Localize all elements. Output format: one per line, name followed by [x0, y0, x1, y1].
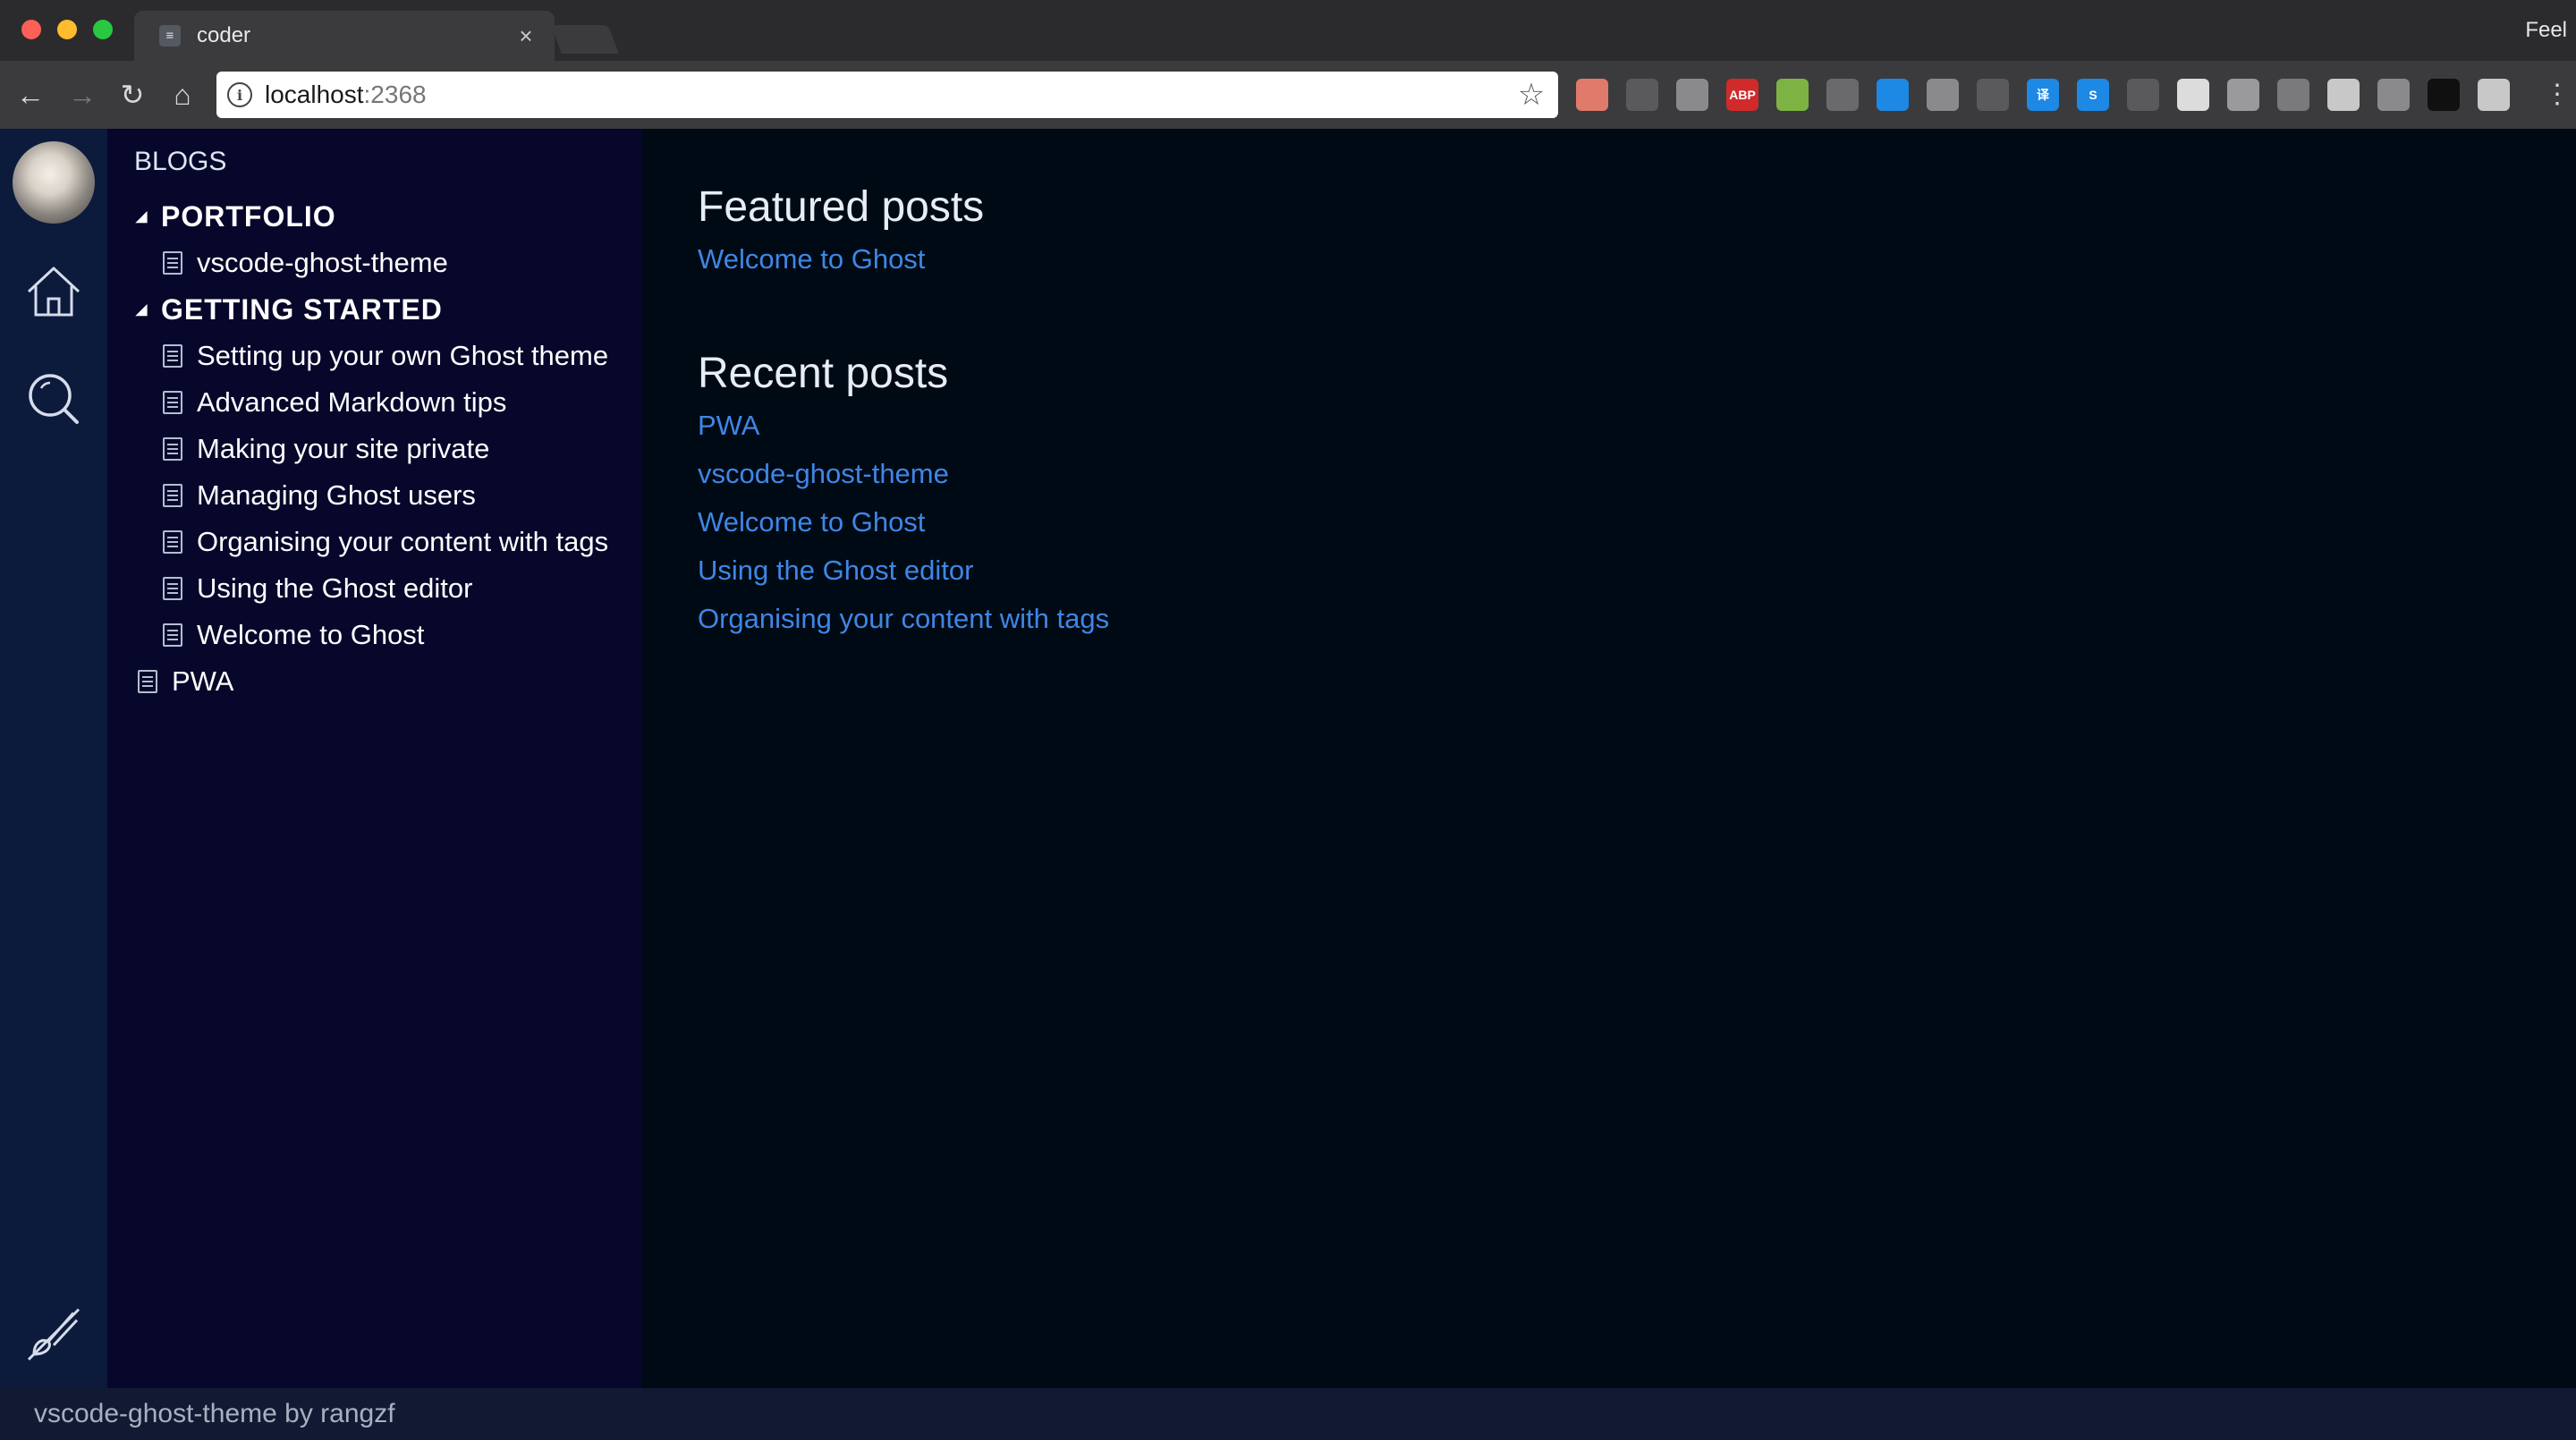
recent-posts-title: Recent posts: [698, 350, 949, 397]
qr-code-icon[interactable]: [1826, 79, 1859, 111]
recent-post-link[interactable]: PWA: [698, 410, 759, 442]
url-host: localhost: [265, 80, 364, 108]
back-arrow-icon[interactable]: ←: [13, 77, 48, 113]
react-icon[interactable]: [1977, 79, 2009, 111]
tab-close-icon[interactable]: ×: [513, 23, 538, 48]
avatar[interactable]: [13, 141, 95, 224]
folder-label: PORTFOLIO: [161, 199, 336, 233]
document-icon: [163, 577, 182, 600]
target-icon[interactable]: [2127, 79, 2159, 111]
info-icon[interactable]: i: [227, 82, 252, 107]
caret-down-icon: ◢: [136, 302, 148, 318]
file-label: Welcome to Ghost: [197, 619, 425, 650]
bracket-icon[interactable]: [1626, 79, 1658, 111]
s-icon[interactable]: S: [2077, 79, 2109, 111]
browser-menu-icon[interactable]: ⋮: [2544, 75, 2571, 114]
sidebar: BLOGS ◢ PORTFOLIO vscode-ghost-theme ◢ G…: [107, 129, 642, 1388]
extension-toolbar: ABP 译 S: [1576, 75, 2528, 114]
document-icon: [163, 530, 182, 554]
file-item[interactable]: Advanced Markdown tips: [107, 379, 642, 426]
android-icon[interactable]: [1776, 79, 1809, 111]
browser-tab-active[interactable]: ≡ coder ×: [134, 11, 555, 61]
adblock-plus-icon[interactable]: ABP: [1726, 79, 1758, 111]
main-content: Featured posts Welcome to Ghost Recent p…: [642, 129, 2576, 1388]
shield-icon[interactable]: [1927, 79, 1959, 111]
grid-icon[interactable]: [2478, 79, 2510, 111]
profile-name[interactable]: Feel: [2525, 18, 2567, 43]
document-icon: [163, 251, 182, 275]
pocket-icon[interactable]: [1676, 79, 1708, 111]
window-minimize-button[interactable]: [57, 20, 77, 39]
home-button-icon[interactable]: ⌂: [165, 77, 200, 113]
tab-favicon-icon: ≡: [159, 25, 181, 47]
recent-post-link[interactable]: vscode-ghost-theme: [698, 458, 949, 490]
file-item[interactable]: Organising your content with tags: [107, 519, 642, 565]
status-bar: vscode-ghost-theme by rangzf: [0, 1388, 2576, 1440]
page-viewport: BLOGS ◢ PORTFOLIO vscode-ghost-theme ◢ G…: [0, 129, 2576, 1440]
file-label: Using the Ghost editor: [197, 572, 473, 604]
vue-icon[interactable]: [2277, 79, 2309, 111]
forward-arrow-icon[interactable]: →: [64, 77, 100, 113]
activity-bar: [0, 129, 107, 1388]
sidebar-heading: BLOGS: [134, 147, 227, 176]
window-maximize-button[interactable]: [93, 20, 113, 39]
document-icon: [163, 344, 182, 368]
home-icon[interactable]: [21, 259, 86, 324]
folder-getting-started[interactable]: ◢ GETTING STARTED: [107, 286, 642, 333]
caret-down-icon: ◢: [136, 209, 148, 224]
browser-titlebar: ≡ coder × Feel: [0, 0, 2576, 61]
file-item[interactable]: Using the Ghost editor: [107, 565, 642, 612]
new-tab-button[interactable]: [551, 25, 619, 54]
recent-post-link[interactable]: Welcome to Ghost: [698, 506, 925, 538]
translate-icon[interactable]: 译: [2027, 79, 2059, 111]
search-icon[interactable]: [21, 367, 86, 431]
document-icon: [163, 437, 182, 461]
document-icon: [163, 623, 182, 647]
file-item[interactable]: Managing Ghost users: [107, 472, 642, 519]
tab-title: coder: [197, 23, 251, 47]
file-label: Making your site private: [197, 433, 490, 464]
bookmark-star-icon[interactable]: ☆: [1513, 77, 1549, 113]
file-label: Advanced Markdown tips: [197, 386, 507, 418]
circle-icon[interactable]: [2177, 79, 2209, 111]
featured-posts-title: Featured posts: [698, 183, 985, 231]
image-icon[interactable]: [2227, 79, 2259, 111]
record-icon[interactable]: [1576, 79, 1608, 111]
download-icon[interactable]: [1877, 79, 1909, 111]
recent-post-link[interactable]: Using the Ghost editor: [698, 555, 973, 587]
file-tree: ◢ PORTFOLIO vscode-ghost-theme ◢ GETTING…: [107, 193, 642, 705]
file-item[interactable]: PWA: [107, 658, 642, 705]
address-bar[interactable]: i localhost:2368 ☆: [216, 72, 1558, 118]
document-icon: [163, 391, 182, 414]
url-port: :2368: [363, 80, 427, 108]
reload-icon[interactable]: ↻: [114, 77, 150, 113]
folder-label: GETTING STARTED: [161, 292, 443, 326]
file-label: vscode-ghost-theme: [197, 247, 448, 278]
window-close-button[interactable]: [21, 20, 41, 39]
file-item[interactable]: Setting up your own Ghost theme: [107, 333, 642, 379]
file-label: Organising your content with tags: [197, 526, 609, 557]
recent-post-link[interactable]: Organising your content with tags: [698, 603, 1109, 635]
document-icon: [138, 670, 157, 693]
file-label: Managing Ghost users: [197, 479, 476, 511]
cube-icon[interactable]: [2327, 79, 2360, 111]
folder-portfolio[interactable]: ◢ PORTFOLIO: [107, 193, 642, 240]
file-label: PWA: [172, 665, 234, 697]
puzzle-icon[interactable]: [2377, 79, 2410, 111]
color-wheel-icon[interactable]: [2428, 79, 2460, 111]
file-label: Setting up your own Ghost theme: [197, 340, 609, 371]
featured-post-link[interactable]: Welcome to Ghost: [698, 243, 925, 275]
theme-brush-icon[interactable]: [21, 1302, 86, 1367]
document-icon: [163, 484, 182, 507]
file-item[interactable]: Welcome to Ghost: [107, 612, 642, 658]
status-credit-text: vscode-ghost-theme by rangzf: [34, 1399, 395, 1428]
file-item[interactable]: vscode-ghost-theme: [107, 240, 642, 286]
file-item[interactable]: Making your site private: [107, 426, 642, 472]
